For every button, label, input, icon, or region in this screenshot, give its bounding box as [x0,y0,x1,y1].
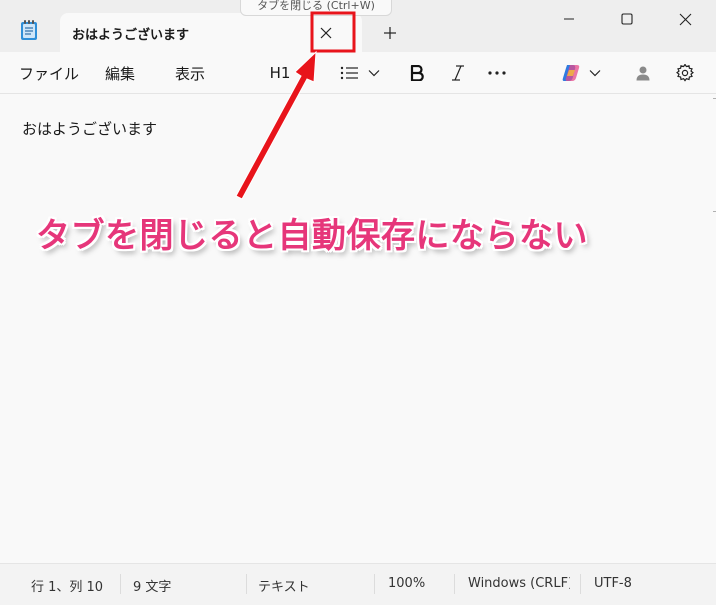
status-divider [246,574,247,594]
list-icon [340,66,358,80]
maximize-icon [621,13,633,25]
annotation-text: タブを閉じると自動保存にならない [36,216,588,256]
status-bar: 行 1、列 10 9 文字 テキスト 100% Windows (CRLF) U… [0,563,716,605]
more-options-button[interactable] [484,60,510,86]
status-format[interactable]: テキスト [258,576,310,595]
close-icon [679,13,691,25]
status-line-ending[interactable]: Windows (CRLF) [468,576,570,591]
status-divider [580,574,581,594]
close-window-button[interactable] [656,0,714,38]
account-button[interactable] [630,60,656,86]
heading-label: H1 [269,64,291,82]
menu-bar: ファイル 編集 表示 H1 [0,52,716,94]
more-icon [488,71,506,75]
chevron-down-icon [589,70,601,77]
plus-icon [384,27,396,39]
minimize-button[interactable] [540,0,598,38]
notepad-app-icon [21,20,37,40]
settings-button[interactable] [672,60,698,86]
new-tab-button[interactable] [374,20,406,46]
title-bar: おはようございます タブを閉じる (Ctrl+W) [0,0,716,52]
copilot-button[interactable] [556,60,606,86]
tab-title: おはようございます [72,28,190,43]
account-icon [636,66,650,81]
close-tab-button[interactable] [310,17,342,49]
list-button[interactable] [336,60,384,86]
document-tab[interactable]: おはようございます [60,13,362,52]
heading-button[interactable]: H1 [262,60,298,86]
settings-icon [676,64,694,82]
editor-content: おはようございます [22,120,158,138]
minimize-icon [564,18,574,20]
close-tab-tooltip: タブを閉じる (Ctrl+W) [240,0,392,16]
italic-icon [452,65,464,81]
status-divider [374,574,375,594]
text-editor[interactable]: おはようございます [0,94,716,563]
status-char-count: 9 文字 [133,580,172,595]
menu-view[interactable]: 表示 [175,63,205,84]
italic-button[interactable] [445,60,471,86]
menu-edit[interactable]: 編集 [105,63,135,84]
status-divider [120,574,121,594]
copilot-icon [562,65,580,81]
bold-button[interactable] [404,60,430,86]
close-icon [320,27,332,39]
status-zoom[interactable]: 100% [388,576,425,591]
status-encoding[interactable]: UTF-8 [594,576,632,591]
bold-icon [410,65,424,81]
status-divider [454,574,455,594]
maximize-button[interactable] [598,0,656,38]
menu-file[interactable]: ファイル [19,63,79,84]
status-cursor-position: 行 1、列 10 [31,580,104,595]
chevron-down-icon [368,70,380,77]
